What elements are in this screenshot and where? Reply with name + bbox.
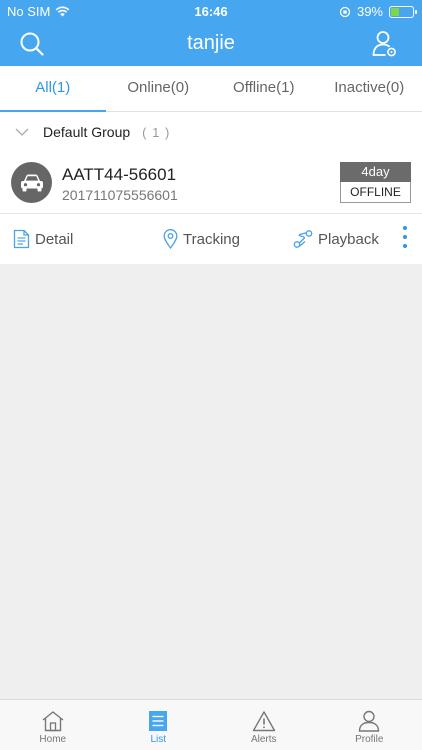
tracking-label: Tracking [183, 230, 240, 248]
tracking-button[interactable]: Tracking [163, 214, 240, 264]
page-title: tanjie [187, 32, 235, 54]
detail-button[interactable]: Detail [13, 214, 73, 264]
tab-list-label: List [150, 734, 167, 745]
more-options-icon[interactable] [400, 226, 410, 252]
tab-online[interactable]: Online(0) [106, 66, 212, 111]
device-avatar [11, 162, 52, 203]
device-imei: 201711075556601 [62, 187, 178, 203]
device-actions: Detail Tracking Playback [0, 213, 422, 264]
tab-list[interactable]: List [106, 700, 212, 750]
document-icon [13, 229, 30, 249]
bottom-tab-bar: Home List Alerts Profile [0, 699, 422, 750]
user-settings-icon[interactable] [372, 30, 398, 58]
orientation-lock-icon [339, 6, 351, 17]
car-icon [20, 174, 43, 191]
device-row[interactable]: AATT44-56601 201711075556601 4day OFFLIN… [0, 152, 422, 213]
chevron-down-icon[interactable] [15, 127, 29, 137]
tab-profile[interactable]: Profile [317, 700, 422, 750]
tab-all[interactable]: All(1) [0, 66, 106, 112]
tab-profile-label: Profile [355, 734, 384, 745]
route-icon [293, 230, 313, 248]
alert-icon [252, 711, 275, 732]
playback-label: Playback [318, 230, 379, 248]
status-bar: No SIM 16:46 39% [0, 0, 422, 22]
battery-icon [389, 5, 417, 18]
filter-tabs: All(1) Online(0) Offline(1) Inactive(0) [0, 66, 422, 112]
battery-percent: 39% [356, 4, 383, 19]
tab-offline[interactable]: Offline(1) [211, 66, 317, 111]
profile-icon [359, 710, 380, 732]
playback-button[interactable]: Playback [293, 214, 379, 264]
status-badge: OFFLINE [340, 182, 411, 203]
battery-fill [391, 7, 399, 16]
group-count: ( 1 ) [142, 124, 171, 140]
tab-home-label: Home [39, 734, 67, 745]
detail-label: Detail [35, 230, 74, 248]
tab-alerts-label: Alerts [250, 734, 277, 745]
device-name: AATT44-56601 [62, 165, 177, 184]
group-header[interactable]: Default Group ( 1 ) [0, 112, 422, 152]
offline-duration-badge: 4day [340, 162, 411, 182]
group-name: Default Group [43, 124, 131, 140]
list-icon [149, 711, 168, 731]
tab-alerts[interactable]: Alerts [211, 700, 317, 750]
tab-inactive[interactable]: Inactive(0) [317, 66, 422, 111]
tab-home[interactable]: Home [0, 700, 106, 750]
home-icon [42, 711, 64, 732]
nav-bar: tanjie [0, 22, 422, 66]
location-pin-icon [163, 229, 178, 249]
